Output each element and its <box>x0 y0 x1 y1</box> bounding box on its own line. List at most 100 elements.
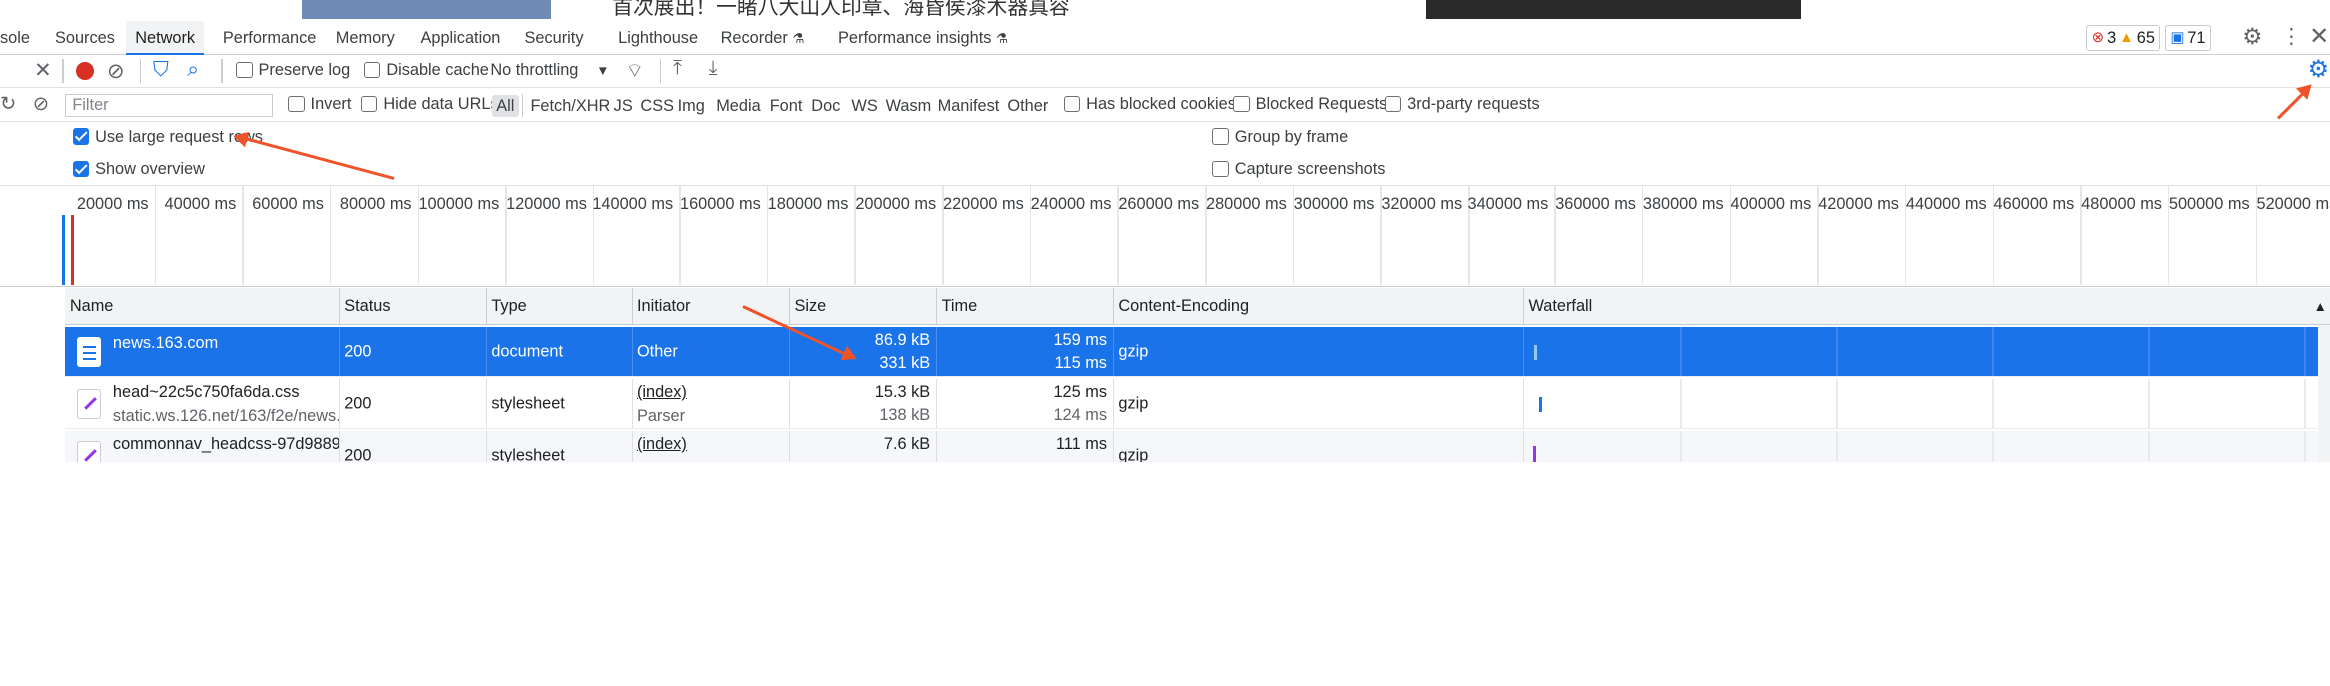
overview-tick-label: 440000 ms <box>1905 194 1987 213</box>
filter-type-manifest[interactable]: Manifest <box>933 95 1004 117</box>
table-row[interactable]: head~22c5c750fa6da.css static.ws.126.net… <box>65 378 2330 430</box>
overview-tick-label: 40000 ms <box>164 194 237 213</box>
network-settings-pane: Use large request rows Show overview Gro… <box>0 121 2330 186</box>
column-size[interactable]: Size <box>789 288 936 326</box>
waterfall-gridline <box>2148 430 2150 463</box>
network-settings-gear-icon[interactable]: ⚙ <box>2308 55 2329 84</box>
network-toolbar: ✕ ⊘ ⛉ ⌕ Preserve log Disable cache No th… <box>0 54 2330 88</box>
waterfall-gridline <box>1680 430 1682 463</box>
show-overview-checkbox[interactable]: Show overview <box>72 160 205 179</box>
filter-type-doc[interactable]: Doc <box>807 95 845 117</box>
filter-type-font[interactable]: Font <box>765 95 807 117</box>
filter-type-fetch-xhr[interactable]: Fetch/XHR <box>526 95 615 117</box>
blocked-requests-checkbox[interactable]: Blocked Requests <box>1233 95 1387 114</box>
tab-performance[interactable]: Performance <box>214 21 325 55</box>
devtools-tabbar: sole Sources Network Performance Memory … <box>0 20 2330 55</box>
close-drawer-icon[interactable]: ✕ <box>34 58 51 83</box>
time-cell: 125 ms 124 ms <box>936 378 1113 429</box>
tab-memory[interactable]: Memory <box>327 21 404 55</box>
initiator-link[interactable]: (index) <box>637 435 687 454</box>
hide-data-urls-checkbox[interactable]: Hide data URLs <box>361 95 499 114</box>
tab-console[interactable]: sole <box>0 21 39 55</box>
invert-checkbox[interactable]: Invert <box>288 95 351 114</box>
filter-type-wasm[interactable]: Wasm <box>881 95 936 117</box>
throttling-select[interactable]: No throttling ▼ <box>490 61 609 80</box>
overview-tick-label: 20000 ms <box>76 194 149 213</box>
divider <box>521 93 524 118</box>
disable-cache-checkbox[interactable]: Disable cache <box>364 61 489 80</box>
filter-input[interactable]: Filter <box>65 93 274 118</box>
table-row[interactable]: commonnav_headcss-97d9889... 200 stylesh… <box>65 430 2330 463</box>
overview-tick-label: 520000 ms <box>2256 194 2330 213</box>
overview-tick-label: 220000 ms <box>943 194 1024 213</box>
initiator-value: Other <box>636 342 678 361</box>
settings-gear-icon[interactable]: ⚙ <box>2242 24 2262 50</box>
issue-counters[interactable]: ⊗ 3 ▲ 65 ▣ 71 <box>2086 25 2211 51</box>
filter-type-img[interactable]: Img <box>673 95 709 117</box>
filter-type-media[interactable]: Media <box>712 95 765 117</box>
table-header: Name Status Type Initiator Size Time Con… <box>65 288 2330 326</box>
column-type[interactable]: Type <box>485 288 632 326</box>
refresh-icon[interactable]: ↻ <box>0 92 16 116</box>
status-cell: 200 <box>338 378 486 429</box>
overview-tick-label: 60000 ms <box>252 194 324 213</box>
column-waterfall[interactable]: Waterfall ▲ <box>1523 288 2330 326</box>
tab-sources[interactable]: Sources <box>46 21 124 55</box>
tab-lighthouse[interactable]: Lighthouse <box>609 21 707 55</box>
filter-type-ws[interactable]: WS <box>847 95 882 117</box>
invert-label: Invert <box>310 95 352 114</box>
initiator-link[interactable]: (index) <box>637 383 687 402</box>
encoding-value: gzip <box>1118 342 1149 361</box>
initiator-cell: (index) <box>631 430 790 463</box>
size-cell: 7.6 kB <box>789 430 936 463</box>
type-cell: stylesheet <box>485 430 632 463</box>
error-warning-badge[interactable]: ⊗ 3 ▲ 65 <box>2086 25 2161 51</box>
has-blocked-cookies-checkbox[interactable]: Has blocked cookies <box>1063 95 1236 114</box>
filter-icon[interactable]: ⛉ <box>153 58 169 82</box>
capture-screenshots-checkbox[interactable]: Capture screenshots <box>1212 160 1385 179</box>
tab-recorder[interactable]: Recorder ⚗ <box>712 21 814 55</box>
filter-type-js[interactable]: JS <box>609 95 637 117</box>
filter-type-css[interactable]: CSS <box>636 95 678 117</box>
transfer-size: 86.9 kB <box>874 331 931 350</box>
column-name[interactable]: Name <box>65 288 338 325</box>
tab-recorder-label: Recorder <box>720 28 788 47</box>
size-cell: 86.9 kB 331 kB <box>789 326 936 377</box>
group-by-frame-checkbox[interactable]: Group by frame <box>1212 128 1348 147</box>
column-content-encoding[interactable]: Content-Encoding <box>1112 288 1523 326</box>
divider <box>139 59 142 84</box>
column-status[interactable]: Status <box>338 288 486 326</box>
column-time[interactable]: Time <box>936 288 1113 326</box>
messages-badge[interactable]: ▣ 71 <box>2164 25 2211 51</box>
filter-type-other[interactable]: Other <box>1003 95 1053 117</box>
tab-application[interactable]: Application <box>412 21 510 55</box>
waterfall-cell <box>1523 326 2330 377</box>
overview-tick-label: 140000 ms <box>592 194 674 213</box>
export-har-icon[interactable]: ⤓ <box>709 58 718 80</box>
tab-security[interactable]: Security <box>516 21 593 55</box>
name-cell: commonnav_headcss-97d9889... <box>65 431 339 463</box>
table-row[interactable]: news.163.com 200 document Other 86.9 kB … <box>65 326 2330 378</box>
network-overview[interactable]: 20000 ms 40000 ms 60000 ms 80000 ms 100000 m… <box>0 185 2330 287</box>
close-devtools-icon[interactable]: ✕ <box>2309 22 2329 51</box>
tab-performance-insights[interactable]: Performance insights ⚗ <box>829 21 1017 55</box>
vertical-scrollbar[interactable] <box>2318 325 2330 463</box>
clear-icon[interactable]: ⊘ <box>107 59 124 84</box>
preserve-log-checkbox[interactable]: Preserve log <box>236 61 350 80</box>
time-cell: 159 ms 115 ms <box>936 326 1113 377</box>
column-initiator[interactable]: Initiator <box>631 288 790 326</box>
tab-network[interactable]: Network <box>126 20 204 55</box>
overview-gridline <box>329 185 332 286</box>
flask-icon: ⚗ <box>792 30 805 46</box>
clear-filter-icon[interactable]: ⊘ <box>33 92 49 116</box>
search-icon[interactable]: ⌕ <box>187 58 199 82</box>
group-by-frame-label: Group by frame <box>1234 127 1349 146</box>
network-conditions-icon[interactable]: ⌔ <box>626 58 644 83</box>
import-har-icon[interactable]: ⤒ <box>673 58 682 80</box>
filter-type-all[interactable]: All <box>491 95 519 118</box>
warning-count: 65 <box>2136 28 2155 47</box>
third-party-requests-checkbox[interactable]: 3rd-party requests <box>1384 95 1540 114</box>
record-icon[interactable] <box>75 62 94 81</box>
more-menu-icon[interactable]: ⋮ <box>2281 24 2302 49</box>
divider <box>221 59 223 84</box>
